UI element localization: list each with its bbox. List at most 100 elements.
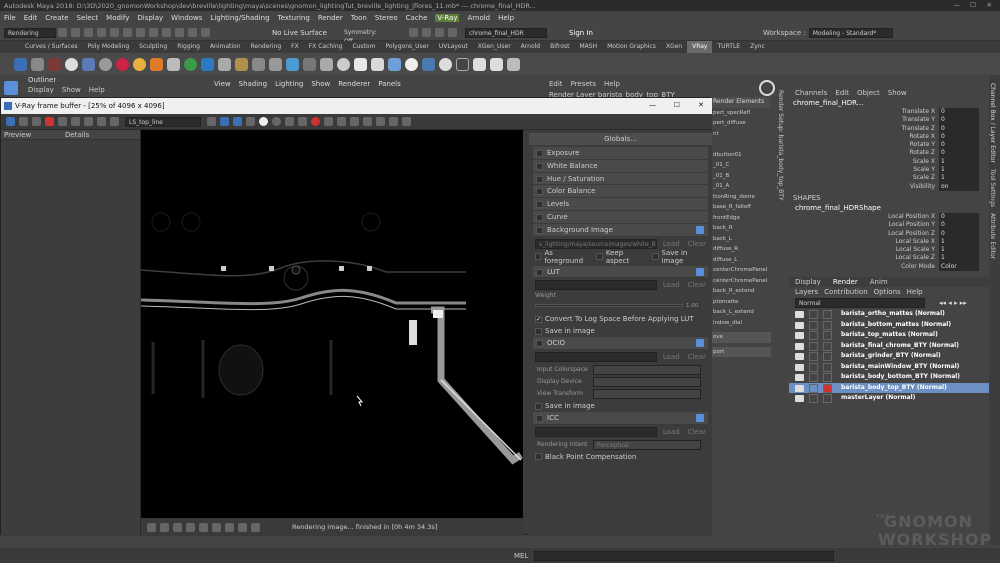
shelf-tab[interactable]: Sculpting (134, 41, 172, 53)
keep-aspect-checkbox[interactable] (596, 253, 603, 261)
vray-material-icon[interactable] (184, 57, 197, 71)
vray-volume-icon[interactable] (320, 57, 333, 71)
select-hierarchy-icon[interactable] (123, 28, 132, 37)
menu-windows[interactable]: Windows (171, 14, 202, 22)
vfb-dark-dot-icon[interactable] (272, 117, 281, 126)
menu-lighting-shading[interactable]: Lighting/Shading (210, 14, 269, 22)
status-icon[interactable] (160, 522, 169, 532)
menu-arnold[interactable]: Arnold (467, 14, 490, 22)
layer-tab-anim[interactable]: Anim (870, 278, 888, 286)
live-surface-label[interactable]: No Live Surface (272, 29, 327, 37)
vp-menu-renderer[interactable]: Renderer (338, 80, 370, 88)
bg-save-checkbox[interactable] (652, 253, 659, 261)
render-element-item[interactable]: dbutton01 (711, 150, 771, 161)
layer-menu-contribution[interactable]: Contribution (824, 288, 867, 296)
rendering-intent-row[interactable]: Rendering Intent Perceptual (529, 439, 712, 451)
cc-hue-saturation[interactable]: Hue / Saturation (533, 172, 708, 186)
attr-local-scale-y[interactable]: Local Scale Y1 (789, 246, 989, 255)
vray-physical-camera-icon[interactable] (456, 57, 469, 71)
render-view-icon[interactable] (408, 28, 418, 37)
render-element-item[interactable]: centerChromePanel (711, 276, 771, 287)
vfb-region-icon[interactable] (220, 117, 229, 126)
shelf-tab[interactable]: Bifrost (545, 41, 574, 53)
ocio-path-input[interactable] (535, 352, 657, 363)
vp-menu-panels[interactable]: Panels (378, 80, 401, 88)
undo-icon[interactable] (97, 28, 106, 37)
menu-texturing[interactable]: Texturing (278, 14, 310, 22)
vfb-link-icon[interactable] (402, 117, 411, 126)
render-layer-row[interactable]: barista_bottom_mattes (Normal) (789, 320, 989, 331)
side-tab-tool-settings[interactable]: Tool Settings (989, 169, 996, 207)
vray-render-icon[interactable] (14, 57, 27, 71)
vp-menu-lighting[interactable]: Lighting (275, 80, 303, 88)
shelf-tab[interactable]: XGen (661, 41, 687, 53)
lut-save-checkbox[interactable] (535, 327, 542, 335)
status-icon[interactable] (238, 522, 247, 532)
view-transform-row[interactable]: View Transform (529, 388, 712, 400)
rs-menu-help[interactable]: Help (604, 80, 620, 88)
vfb-sync-icon[interactable] (6, 117, 15, 126)
status-icon[interactable] (173, 522, 182, 532)
shelf-tab[interactable]: Custom (347, 41, 380, 53)
render-layer-row-selected[interactable]: barista_body_top_BTY (Normal) (789, 382, 989, 393)
attr-scale-z[interactable]: Scale Z1 (789, 174, 989, 183)
attr-scale-y[interactable]: Scale Y1 (789, 166, 989, 175)
icc-clear-button[interactable]: Clear (688, 428, 706, 436)
status-icon[interactable] (251, 522, 260, 532)
vfb-pixel-info-icon[interactable] (389, 117, 398, 126)
render-frame-icon[interactable] (421, 28, 431, 37)
convert-log-checkbox[interactable]: ✓ (535, 315, 542, 323)
vfb-maximize-button[interactable]: ☐ (674, 101, 680, 109)
menu-set-dropdown[interactable]: Rendering (4, 27, 56, 38)
vfb-white-dot-icon[interactable] (259, 117, 268, 126)
shelf-tab[interactable]: Polygons_User (380, 41, 433, 53)
vray-fur-icon[interactable] (235, 57, 248, 71)
vfb-teapot-icon[interactable] (324, 117, 333, 126)
cc-levels[interactable]: Levels (533, 198, 708, 211)
status-icon[interactable] (212, 522, 221, 532)
vfb-title-bar[interactable]: V-Ray frame buffer - [25% of 4096 x 4096… (1, 98, 712, 114)
render-element-item[interactable]: frontEdge (711, 213, 771, 224)
close-button[interactable]: ✕ (987, 1, 992, 9)
history-col-details[interactable]: Details (65, 131, 89, 139)
snap-curve-icon[interactable] (175, 28, 184, 37)
input-colorspace-row[interactable]: Input Colorspace (529, 364, 712, 376)
vfb-load-icon[interactable] (32, 117, 41, 126)
menu-help[interactable]: Help (498, 14, 514, 22)
rs-menu-edit[interactable]: Edit (549, 80, 563, 88)
attr-scale-x[interactable]: Scale X1 (789, 157, 989, 167)
layer-move-icon[interactable]: ◂◂ ◂ ▸ ▸▸ (939, 299, 967, 307)
cb-menu-channels[interactable]: Channels (795, 89, 827, 97)
render-image-view[interactable] (140, 130, 523, 518)
vfb-blue-channel-icon[interactable] (84, 117, 93, 126)
select-component-icon[interactable] (149, 28, 158, 37)
vfb-render-icon[interactable] (285, 117, 294, 126)
cc-icc[interactable]: ICC (533, 412, 708, 425)
bg-clear-button[interactable]: Clear (688, 240, 706, 248)
vray-ies-light-icon[interactable] (167, 57, 180, 71)
menu-file[interactable]: File (4, 14, 16, 22)
vray-displacement-icon[interactable] (303, 57, 316, 71)
render-element-item[interactable]: nt (711, 129, 771, 140)
remove-button[interactable]: ove (711, 332, 771, 343)
history-col-preview[interactable]: Preview (1, 131, 65, 139)
snap-surface-icon[interactable] (201, 28, 210, 37)
attr-rotate-x[interactable]: Rotate X0 (789, 132, 989, 142)
snap-point-icon[interactable] (188, 28, 197, 37)
shelf-tab[interactable]: Rigging (172, 41, 205, 53)
menu-toon[interactable]: Toon (351, 14, 367, 22)
shelf-tab[interactable]: Motion Graphics (602, 41, 661, 53)
shelf-tab[interactable]: FX Caching (304, 41, 348, 53)
menu-stereo[interactable]: Stereo (375, 14, 398, 22)
workspace-dropdown[interactable]: Modeling - Standard* (808, 27, 893, 38)
vray-scene-icon[interactable] (269, 57, 282, 71)
vfb-stop-icon[interactable] (311, 117, 320, 126)
icc-path-input[interactable] (535, 426, 657, 437)
render-element-item[interactable]: diffuse_L (711, 255, 771, 266)
quick-select-input[interactable]: chrome_final_HDR (464, 27, 547, 38)
cc-white-balance[interactable]: White Balance (533, 159, 708, 173)
render-layer-row[interactable]: barista_ortho_mattes (Normal) (789, 309, 989, 320)
lut-clear-button[interactable]: Clear (688, 281, 706, 289)
shelf-tab[interactable]: Animation (205, 41, 246, 53)
vray-cloud-icon[interactable] (405, 57, 418, 71)
